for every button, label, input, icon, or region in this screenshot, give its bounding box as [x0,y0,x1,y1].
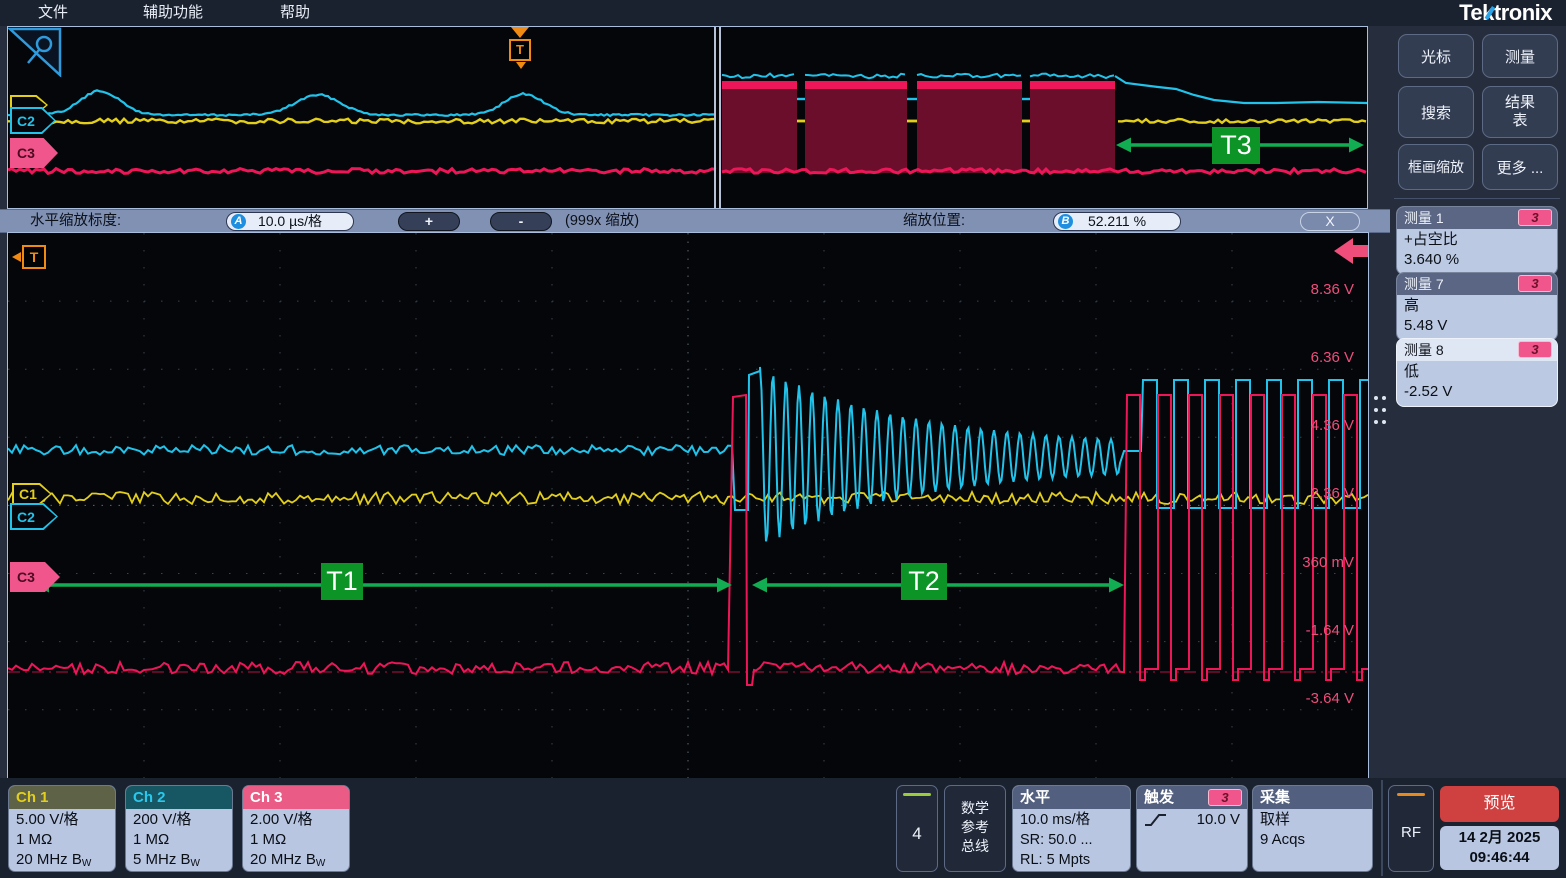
trigger-position-icon[interactable] [511,27,529,38]
zoom-bar: 水平缩放标度: A 10.0 µs/格 + - (999x 缩放) 缩放位置: … [0,209,1390,233]
measurement-8-source-badge: 3 [1518,341,1552,358]
oscilloscope-screen: 文件 辅助功能 帮助 Tektronix C2 C3 T T3 [0,0,1566,878]
measurement-card-7[interactable]: 测量 7 3 高 5.48 V [1396,272,1558,341]
overview-waveforms [8,27,1367,208]
sidebar-divider [1394,198,1560,199]
rf-button[interactable]: RF [1388,785,1434,872]
cursors-button[interactable]: 光标 [1398,34,1474,78]
scale-readout-4: 2.36 V [1264,485,1354,502]
horizontal-badge[interactable]: 水平 10.0 ms/格 SR: 50.0 ... RL: 5 Mpts [1012,785,1131,872]
acquisition-badge[interactable]: 采集 取样 9 Acqs [1252,785,1373,872]
math-ref-bus-button[interactable]: 数学 参考 总线 [944,785,1006,872]
trigger-marker-arrow [12,252,21,262]
datetime-display[interactable]: 14 2月 2025 09:46:44 [1440,826,1559,870]
scale-readout-2: 6.36 V [1264,349,1354,366]
rf-color-indicator [1397,793,1425,796]
right-sidebar: 光标 测量 搜索 结果表 框画缩放 更多 ... 测量 1 3 +占空比 3.6… [1390,26,1566,778]
tektronix-logo: Tektronix [1459,0,1552,26]
more-button[interactable]: 更多 ... [1482,144,1558,190]
zoom-scale-label: 水平缩放标度: [30,210,121,232]
waveform-display: 8.36 V 6.36 V 4.36 V 2.36 V 360 mV -1.64… [7,232,1369,779]
zoom-close-button[interactable]: X [1300,212,1360,231]
results-table-button[interactable]: 结果表 [1482,86,1558,138]
trigger-source-badge: 3 [1208,789,1242,806]
zoom-overview-icon[interactable] [8,27,62,77]
channel-1-badge[interactable]: Ch 1 5.00 V/格 1 MΩ 20 MHz BW [8,785,116,872]
preview-button[interactable]: 预览 [1440,786,1559,822]
measure-button[interactable]: 测量 [1482,34,1558,78]
t3-annotation-label: T3 [1212,127,1260,164]
measurement-card-8[interactable]: 测量 8 3 低 -2.52 V [1396,338,1558,407]
scale-readout-6: -1.64 V [1264,622,1354,639]
trigger-badge[interactable]: 触发 3 10.0 V [1136,785,1248,872]
scale-readout-5: 360 mV [1264,554,1354,571]
t2-annotation-label: T2 [901,563,947,600]
channel-4-color-indicator [903,793,931,796]
overview-panel: C2 C3 T T3 [7,26,1368,209]
menu-bar: 文件 辅助功能 帮助 Tektronix [0,0,1566,26]
channel-3-badge[interactable]: Ch 3 2.00 V/格 1 MΩ 20 MHz BW [242,785,350,872]
graticule-canvas [8,233,1368,778]
trigger-flag[interactable]: T [509,39,531,61]
zoom-position-label: 缩放位置: [903,210,965,232]
menu-help[interactable]: 帮助 [280,0,310,26]
draw-zoom-button[interactable]: 框画缩放 [1398,144,1474,190]
scale-readout-7: -3.64 V [1264,690,1354,707]
measurement-7-source-badge: 3 [1518,275,1552,292]
add-channel-4-button[interactable]: 4 [896,785,938,872]
t1-annotation-label: T1 [321,563,363,600]
menu-utility[interactable]: 辅助功能 [143,0,203,26]
zoom-out-button[interactable]: - [490,212,552,231]
trigger-flag-tail [516,62,526,69]
knob-b-icon: B [1058,214,1073,229]
search-button[interactable]: 搜索 [1398,86,1474,138]
menu-file[interactable]: 文件 [38,0,68,26]
trigger-marker[interactable]: T [22,245,46,269]
zoom-in-button[interactable]: + [398,212,460,231]
knob-a-icon: A [231,214,246,229]
panel-splitter-handle[interactable] [1374,396,1388,428]
bottom-bar-divider [1381,780,1383,876]
channel-2-badge[interactable]: Ch 2 200 V/格 1 MΩ 5 MHz BW [125,785,233,872]
rising-edge-icon [1144,811,1168,829]
zoom-factor-readout: (999x 缩放) [565,210,639,232]
bottom-bar: Ch 1 5.00 V/格 1 MΩ 20 MHz BW Ch 2 200 V/… [0,778,1566,878]
zoom-scale-knob[interactable]: A 10.0 µs/格 [226,212,354,231]
measurement-1-source-badge: 3 [1518,209,1552,226]
zoom-position-knob[interactable]: B 52.211 % [1053,212,1181,231]
measurement-card-1[interactable]: 测量 1 3 +占空比 3.640 % [1396,206,1558,275]
scale-readout-3: 4.36 V [1264,417,1354,434]
scale-readout-1: 8.36 V [1264,281,1354,298]
